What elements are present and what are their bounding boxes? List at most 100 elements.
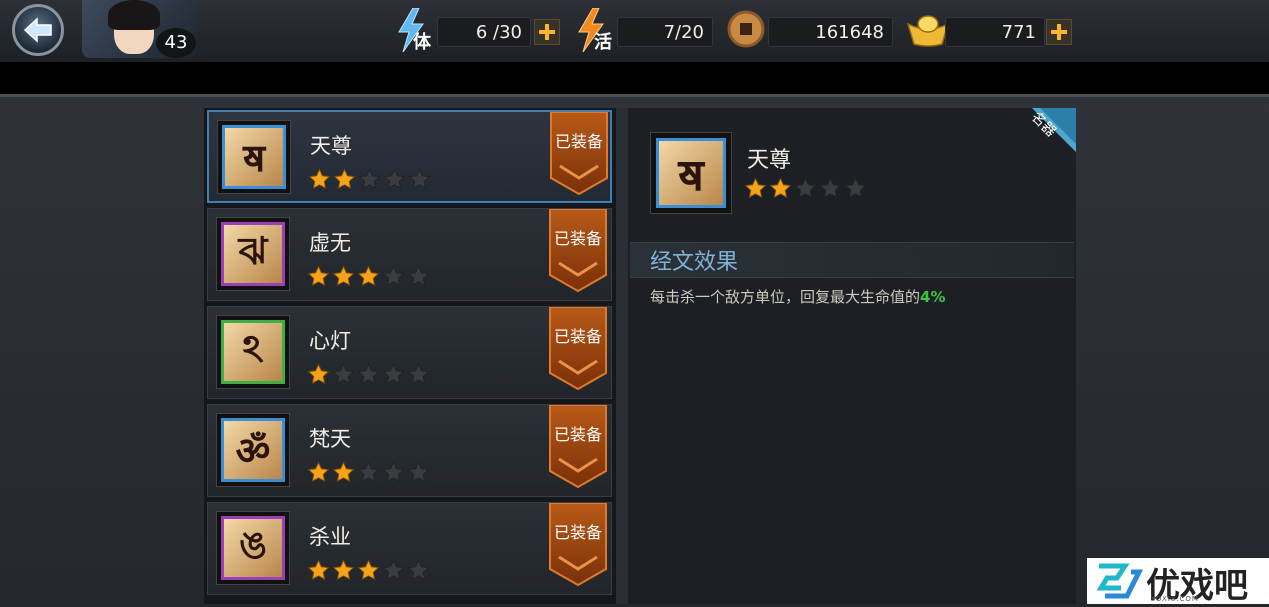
scripture-item[interactable]: ॺ 天尊 已装备 (207, 110, 612, 203)
equipped-banner-icon (550, 111, 608, 196)
star-empty-icon (332, 363, 355, 385)
star-filled-icon (308, 168, 331, 190)
star-filled-icon (357, 559, 380, 581)
scripture-icon: ॐ (216, 413, 290, 487)
effect-desc-text: 每击杀一个敌方单位，回复最大生命值的 (650, 288, 921, 306)
scripture-list[interactable]: ॺ 天尊 已装备 ঝ 虚无 已装备 ঽ 心灯 已装备 ॐ 梵天 已装备 ঙ 杀业 已装备 (204, 108, 616, 604)
ingot-value: 771 (945, 17, 1045, 47)
header-band (0, 62, 1269, 94)
back-arrow-icon (23, 17, 52, 43)
star-empty-icon (382, 559, 405, 581)
star-empty-icon (844, 177, 867, 199)
star-filled-icon (769, 177, 792, 199)
scripture-glyph: ঙ (239, 522, 267, 567)
scripture-icon: ঽ (216, 315, 290, 389)
scripture-stars (307, 461, 430, 484)
star-empty-icon (408, 168, 431, 190)
copper-coin-icon (727, 10, 765, 48)
detail-glyph: ॺ (678, 150, 704, 201)
scripture-name: 虚无 (309, 231, 351, 255)
equipped-banner-icon (549, 208, 607, 293)
scripture-stars (307, 363, 430, 386)
gold-ingot-icon (906, 15, 950, 47)
equipped-label: 已装备 (553, 523, 602, 542)
star-filled-icon (332, 461, 355, 483)
scripture-name: 梵天 (309, 427, 351, 451)
star-empty-icon (382, 265, 405, 287)
back-button[interactable] (12, 4, 64, 56)
vigor-char: 活 (594, 32, 612, 53)
effect-title: 经文效果 (650, 250, 739, 275)
effect-percent: 4% (920, 288, 946, 306)
star-empty-icon (794, 177, 817, 199)
star-empty-icon (383, 168, 406, 190)
scripture-icon: ॺ (217, 120, 291, 194)
star-empty-icon (407, 461, 430, 483)
add-stamina-button[interactable] (534, 19, 560, 45)
scripture-name: 心灯 (309, 329, 351, 353)
scripture-glyph: ঽ (242, 326, 264, 371)
star-filled-icon (744, 177, 767, 199)
scripture-stars (307, 265, 430, 288)
add-ingot-button[interactable] (1046, 19, 1072, 45)
star-filled-icon (332, 265, 355, 287)
top-bar: 43 体 6 /30 活 7/20 161648 771 (0, 0, 1269, 64)
star-empty-icon (357, 363, 380, 385)
detail-item-icon: ॺ (650, 132, 732, 214)
scripture-item[interactable]: ঙ 杀业 已装备 (207, 502, 612, 595)
watermark-logo-icon (1096, 563, 1144, 599)
watermark-subtext: YOXI8.COM (1151, 595, 1199, 603)
scripture-item[interactable]: ঝ 虚无 已装备 (207, 208, 612, 301)
star-filled-icon (333, 168, 356, 190)
scripture-glyph: ॺ (242, 135, 266, 180)
scripture-name: 杀业 (309, 525, 351, 549)
star-empty-icon (357, 461, 380, 483)
star-empty-icon (407, 559, 430, 581)
star-empty-icon (407, 363, 430, 385)
star-filled-icon (307, 461, 330, 483)
scripture-name: 天尊 (310, 134, 352, 158)
equipped-banner-icon (549, 306, 607, 391)
scripture-stars (308, 168, 431, 191)
equipped-banner-icon (549, 502, 607, 587)
star-empty-icon (382, 461, 405, 483)
equipped-label: 已装备 (553, 425, 602, 444)
star-empty-icon (358, 168, 381, 190)
scripture-glyph: ॐ (235, 428, 271, 473)
equipped-tag: 已装备 (547, 502, 609, 587)
equipped-banner-icon (549, 404, 607, 489)
avatar-hair (108, 0, 160, 30)
star-filled-icon (357, 265, 380, 287)
star-filled-icon (307, 363, 330, 385)
star-empty-icon (382, 363, 405, 385)
equipped-tag: 已装备 (547, 404, 609, 489)
detail-item-name: 天尊 (747, 148, 792, 173)
panel-divider (616, 108, 628, 604)
plus-icon (539, 24, 555, 40)
stamina-char: 体 (413, 32, 431, 53)
equipped-tag: 已装备 (547, 306, 609, 391)
equipped-tag: 已装备 (548, 111, 610, 196)
star-filled-icon (307, 265, 330, 287)
coin-value: 161648 (768, 17, 893, 47)
equipped-label: 已装备 (554, 132, 603, 151)
star-filled-icon (332, 559, 355, 581)
plus-icon (1051, 24, 1067, 40)
player-level-badge: 43 (156, 28, 196, 58)
scripture-item[interactable]: ঽ 心灯 已装备 (207, 306, 612, 399)
detail-stars (744, 177, 867, 200)
star-empty-icon (819, 177, 842, 199)
vigor-value: 7/20 (617, 17, 713, 47)
stamina-value: 6 /30 (437, 17, 531, 47)
scripture-stars (307, 559, 430, 582)
scripture-icon: ঝ (216, 217, 290, 291)
equipped-label: 已装备 (553, 327, 602, 346)
star-filled-icon (307, 559, 330, 581)
scripture-item[interactable]: ॐ 梵天 已装备 (207, 404, 612, 497)
equipped-tag: 已装备 (547, 208, 609, 293)
star-empty-icon (407, 265, 430, 287)
scripture-glyph: ঝ (238, 228, 268, 273)
scripture-icon: ঙ (216, 511, 290, 585)
equipped-label: 已装备 (553, 229, 602, 248)
effect-description: 每击杀一个敌方单位，回复最大生命值的4% (650, 286, 945, 307)
